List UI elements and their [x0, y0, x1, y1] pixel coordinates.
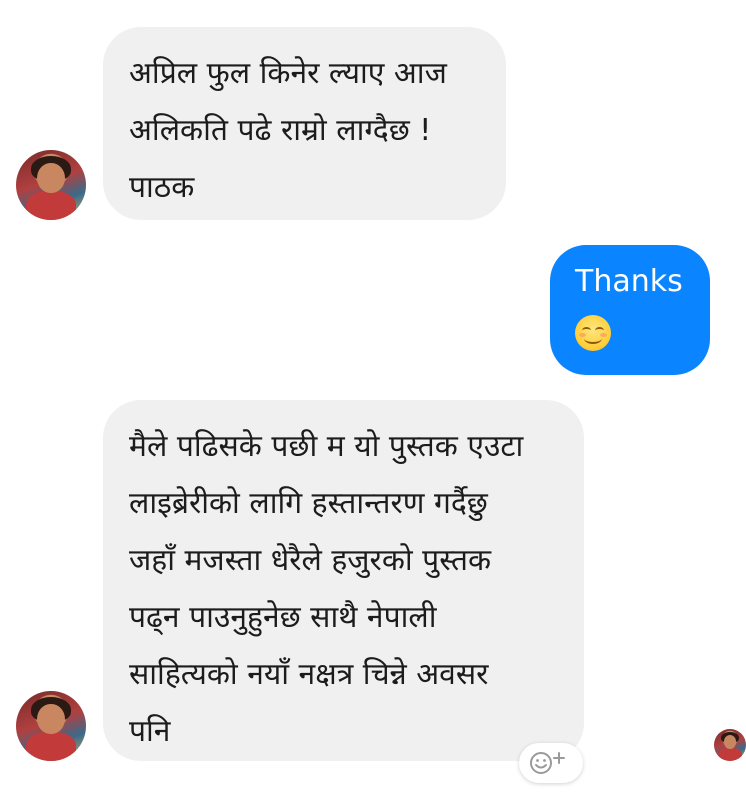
message-text-line: साहित्यको नयाँ नक्षत्र चिन्ने अवसर	[129, 657, 489, 692]
avatar-figure	[718, 747, 742, 761]
add-reaction-icon	[530, 752, 565, 774]
contact-avatar[interactable]	[16, 150, 86, 220]
avatar-face	[723, 734, 737, 749]
smiling-face-emoji-icon	[575, 314, 611, 351]
avatar-figure	[25, 731, 77, 761]
avatar-figure	[25, 190, 77, 220]
message-text-line: पनि	[129, 714, 171, 749]
outgoing-message-bubble[interactable]: Thanks	[550, 245, 710, 375]
message-text-line: अलिकति पढे राम्रो लाग्दैछ !	[129, 113, 432, 148]
seen-avatar	[714, 729, 746, 761]
message-text-line: Thanks	[575, 264, 683, 299]
contact-avatar[interactable]	[16, 691, 86, 761]
message-text-line: लाइब्रेरीको लागि हस्तान्तरण गर्दैछु	[129, 486, 488, 521]
message-text-line: अप्रिल फुल किनेर ल्याए आज	[129, 56, 447, 91]
avatar-face	[37, 703, 65, 735]
message-text-line: जहाँ मजस्ता धेरैले हजुरको पुस्तक	[129, 543, 492, 578]
message-text-line: मैले पढिसके पछी म यो पुस्तक एउटा	[129, 429, 524, 464]
incoming-message-bubble[interactable]: मैले पढिसके पछी म यो पुस्तक एउटा लाइब्रे…	[103, 400, 584, 761]
avatar-face	[37, 162, 65, 194]
message-text-line: पाठक	[129, 170, 195, 205]
incoming-message-bubble[interactable]: अप्रिल फुल किनेर ल्याए आज अलिकति पढे राम…	[103, 27, 506, 220]
add-reaction-button[interactable]	[519, 743, 583, 783]
message-text-line: पढ्न पाउनुहुनेछ साथै नेपाली	[129, 600, 437, 635]
